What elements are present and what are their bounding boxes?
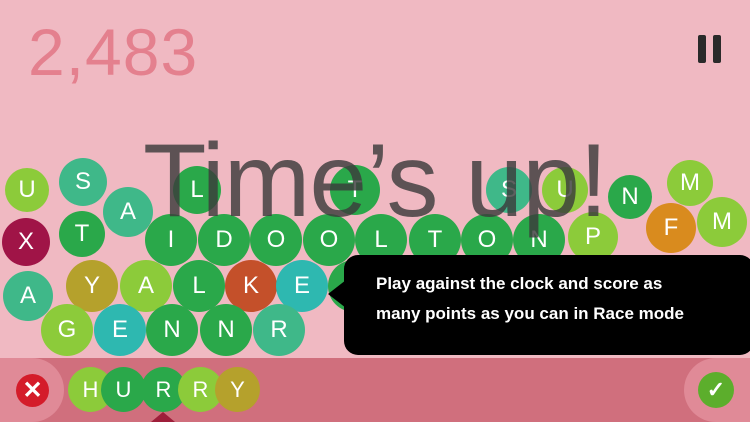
letter-bubble[interactable]: L (173, 166, 221, 214)
letter-bubble[interactable]: N (146, 304, 198, 356)
letter-bubble[interactable]: N (200, 304, 252, 356)
check-icon[interactable]: ✓ (698, 372, 734, 408)
letter-bubble[interactable]: M (697, 197, 747, 247)
letter-bubble[interactable]: U (542, 167, 588, 213)
score-display: 2,483 (28, 15, 199, 89)
letter-bubble[interactable]: S (59, 158, 107, 206)
word-pointer (151, 412, 175, 422)
letter-bubble[interactable]: I (145, 214, 197, 266)
word-letter[interactable]: U (101, 367, 146, 412)
letter-bubble[interactable]: O (250, 214, 302, 266)
letter-bubble[interactable]: N (608, 175, 652, 219)
letter-bubble[interactable]: R (253, 304, 305, 356)
letter-bubble[interactable]: E (94, 304, 146, 356)
letter-bubble[interactable]: M (667, 160, 713, 206)
letter-bubble[interactable]: A (103, 187, 153, 237)
letter-bubble[interactable]: L (173, 260, 225, 312)
letter-bubble[interactable]: D (198, 214, 250, 266)
word-letter[interactable]: Y (215, 367, 260, 412)
close-icon[interactable]: ✕ (16, 374, 49, 407)
race-mode-tooltip: Play against the clock and score as many… (344, 255, 750, 355)
letter-bubble[interactable]: F (646, 203, 696, 253)
letter-bubble[interactable]: T (59, 211, 105, 257)
letter-bubble[interactable]: G (41, 304, 93, 356)
tooltip-line-1: Play against the clock and score as (376, 274, 663, 293)
tooltip-line-2: many points as you can in Race mode (376, 304, 684, 323)
letter-bubble[interactable]: T (330, 165, 380, 215)
pause-icon[interactable] (698, 35, 722, 63)
letter-bubble[interactable]: U (5, 168, 49, 212)
letter-bubble[interactable]: S (486, 167, 532, 213)
letter-bubble[interactable]: X (2, 218, 50, 266)
